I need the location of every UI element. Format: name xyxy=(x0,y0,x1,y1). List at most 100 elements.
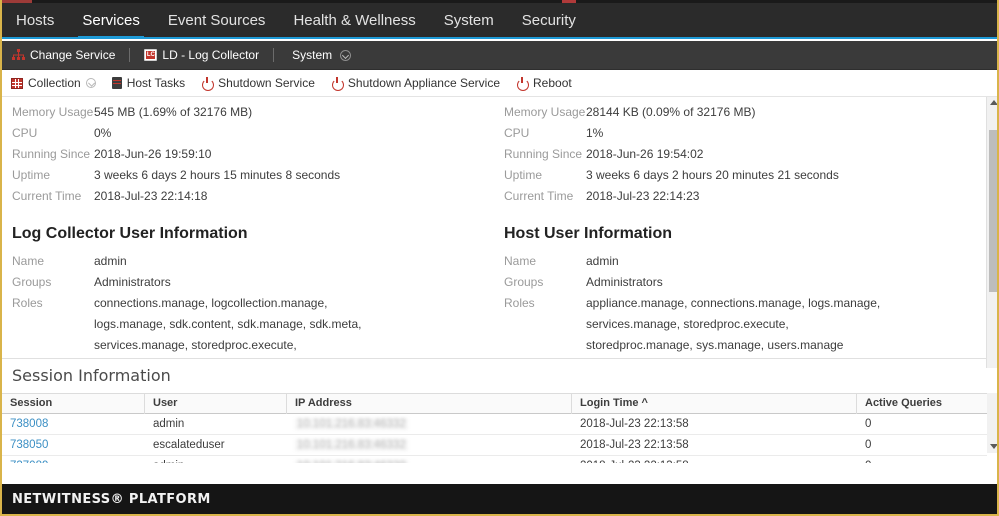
main-navigation: Hosts Services Event Sources Health & Welln… xyxy=(2,2,997,39)
nav-item-label: Health & Wellness xyxy=(293,11,416,29)
service-stat-value: 3 weeks 6 days 2 hours 15 minutes 8 seco… xyxy=(94,168,341,182)
host-stat-row: Running Since 2018-Jun-26 19:54:02 xyxy=(504,144,986,165)
breadcrumb-view-label: System xyxy=(292,48,333,62)
info-scroll-pane: Memory Usage 545 MB (1.69% of 32176 MB) CP… xyxy=(2,97,986,355)
scroll-up-arrow-icon[interactable] xyxy=(990,100,997,105)
host-user-label: Roles xyxy=(504,296,535,310)
application-window: Hosts Services Event Sources Health & Welln… xyxy=(0,0,999,516)
nav-item-security[interactable]: Security xyxy=(508,2,590,38)
host-user-row: Roles appliance.manage, connections.manag… xyxy=(504,293,986,355)
log-collector-icon xyxy=(144,49,158,61)
shutdown-appliance-service-button[interactable]: Shutdown Appliance Service xyxy=(331,76,501,91)
service-stat-row: Current Time 2018-Jul-23 22:14:18 xyxy=(12,186,494,207)
service-user-value: Administrators xyxy=(94,275,171,289)
product-brand-label: NETWITNESS® PLATFORM xyxy=(12,491,211,507)
host-stat-value: 2018-Jul-23 22:14:23 xyxy=(586,189,700,203)
breadcrumb-change-service[interactable]: Change Service xyxy=(12,48,115,62)
session-column-header[interactable]: Active Queries xyxy=(857,393,987,414)
session-column-header[interactable]: Login Time ^ xyxy=(572,393,857,414)
scroll-thumb[interactable] xyxy=(989,130,997,292)
service-user-value: admin xyxy=(94,254,127,268)
service-stat-value: 545 MB (1.69% of 32176 MB) xyxy=(94,105,253,119)
host-stats-list: Memory Usage 28144 KB (0.09% of 32176 MB)… xyxy=(504,102,986,207)
session-cell-user: admin xyxy=(153,417,185,430)
host-stat-row: CPU 1% xyxy=(504,123,986,144)
service-user-list: Name admin Groups Administrators Roles connec… xyxy=(12,251,494,355)
host-stat-value: 3 weeks 6 days 2 hours 20 minutes 21 sec… xyxy=(586,168,839,182)
service-stat-row: Uptime 3 weeks 6 days 2 hours 15 minutes … xyxy=(12,165,494,186)
footer-bar: NETWITNESS® PLATFORM xyxy=(2,484,997,514)
content-area: Memory Usage 545 MB (1.69% of 32176 MB) CP… xyxy=(2,97,997,478)
info-vertical-scrollbar[interactable] xyxy=(986,97,997,368)
session-cell-login_time: 2018-Jul-23 22:13:58 xyxy=(572,456,857,464)
service-stat-label: Current Time xyxy=(12,189,82,203)
nav-item-label: Services xyxy=(82,11,140,29)
session-cell-session[interactable]: 738008 xyxy=(2,414,145,435)
breadcrumb-view[interactable]: System xyxy=(292,48,352,62)
collection-label: Collection xyxy=(28,76,81,90)
power-icon xyxy=(201,77,215,91)
session-table: Session User IP Address Login Time ^ Active … xyxy=(2,393,987,463)
nav-item-event-sources[interactable]: Event Sources xyxy=(154,2,280,38)
host-stat-label: Uptime xyxy=(504,168,543,182)
section-divider xyxy=(2,358,986,359)
session-cell-active_queries: 0 xyxy=(857,456,987,464)
host-stat-label: Memory Usage xyxy=(504,105,586,119)
host-stat-label: Current Time xyxy=(504,189,574,203)
breadcrumb-separator-2 xyxy=(273,48,275,62)
service-stat-value: 2018-Jul-23 22:14:18 xyxy=(94,189,208,203)
host-user-value: appliance.manage, connections.manage, lo… xyxy=(586,296,881,352)
collection-menu-button[interactable]: Collection xyxy=(11,76,96,90)
breadcrumb-separator-1 xyxy=(129,48,131,62)
service-stat-label: Uptime xyxy=(12,168,51,182)
chevron-down-icon[interactable] xyxy=(340,49,352,61)
breadcrumb-service-label: LD - Log Collector xyxy=(162,48,260,62)
nav-item-label: Security xyxy=(521,11,576,29)
nav-item-system[interactable]: System xyxy=(430,2,508,38)
nav-item-services[interactable]: Services xyxy=(68,2,154,39)
table-row[interactable]: 737089admin 10.101.216.83:46320 2018-Jul-2… xyxy=(2,456,987,463)
host-stat-value: 2018-Jun-26 19:54:02 xyxy=(586,147,704,161)
session-table-vertical-scrollbar[interactable] xyxy=(987,393,997,453)
service-stat-label: Running Since xyxy=(12,147,91,161)
session-cell-ip: 10.101.216.83:46332 xyxy=(287,435,572,456)
service-user-row: Roles connections.manage, logcollection.m… xyxy=(12,293,494,355)
session-column-header[interactable]: Session xyxy=(2,393,145,414)
session-cell-session[interactable]: 738050 xyxy=(2,435,145,456)
nav-item-health-wellness[interactable]: Health & Wellness xyxy=(279,2,429,38)
host-user-row: Name admin xyxy=(504,251,986,272)
session-cell-login_time: 2018-Jul-23 22:13:58 xyxy=(580,438,689,451)
host-user-value: Administrators xyxy=(586,275,663,289)
grid-icon xyxy=(11,77,23,89)
session-column-header[interactable]: IP Address xyxy=(287,393,572,414)
nav-item-label: Event Sources xyxy=(167,11,266,29)
table-row[interactable]: 738050 escalateduser 10.101.216.83:46332 20… xyxy=(2,435,987,456)
host-tasks-button[interactable]: Host Tasks xyxy=(111,76,186,90)
server-icon xyxy=(111,77,122,89)
session-column-header[interactable]: User xyxy=(145,393,287,414)
scroll-down-arrow-icon[interactable] xyxy=(990,444,997,449)
service-stat-value: 0% xyxy=(94,126,112,140)
host-stat-row: Current Time 2018-Jul-23 22:14:23 xyxy=(504,186,986,207)
reboot-label: Reboot xyxy=(533,76,572,90)
shutdown-appliance-service-label: Shutdown Appliance Service xyxy=(347,76,501,90)
service-stat-row: Running Since 2018-Jun-26 19:59:10 xyxy=(12,144,494,165)
nav-item-hosts[interactable]: Hosts xyxy=(2,2,68,38)
host-tasks-label: Host Tasks xyxy=(126,76,186,90)
session-cell-session[interactable]: 737089 xyxy=(2,456,145,464)
host-user-label: Name xyxy=(504,254,537,268)
reboot-button[interactable]: Reboot xyxy=(516,76,572,91)
table-row[interactable]: 738008 admin 10.101.216.83:46332 2018-Jul-2… xyxy=(2,414,987,435)
nav-item-label: System xyxy=(443,11,494,29)
chevron-down-icon[interactable] xyxy=(85,78,96,88)
nav-underline xyxy=(2,37,997,39)
nav-item-label: Hosts xyxy=(16,11,55,29)
breadcrumb-service[interactable]: LD - Log Collector xyxy=(144,48,259,62)
service-user-row: Groups Administrators xyxy=(12,272,494,293)
service-stat-label: Memory Usage xyxy=(12,105,94,119)
host-user-list: Name admin Groups Administrators Roles applia… xyxy=(504,251,986,355)
service-user-label: Roles xyxy=(12,296,43,310)
shutdown-service-button[interactable]: Shutdown Service xyxy=(201,76,315,91)
host-user-value: admin xyxy=(586,254,619,268)
session-cell-user: admin xyxy=(145,456,287,464)
